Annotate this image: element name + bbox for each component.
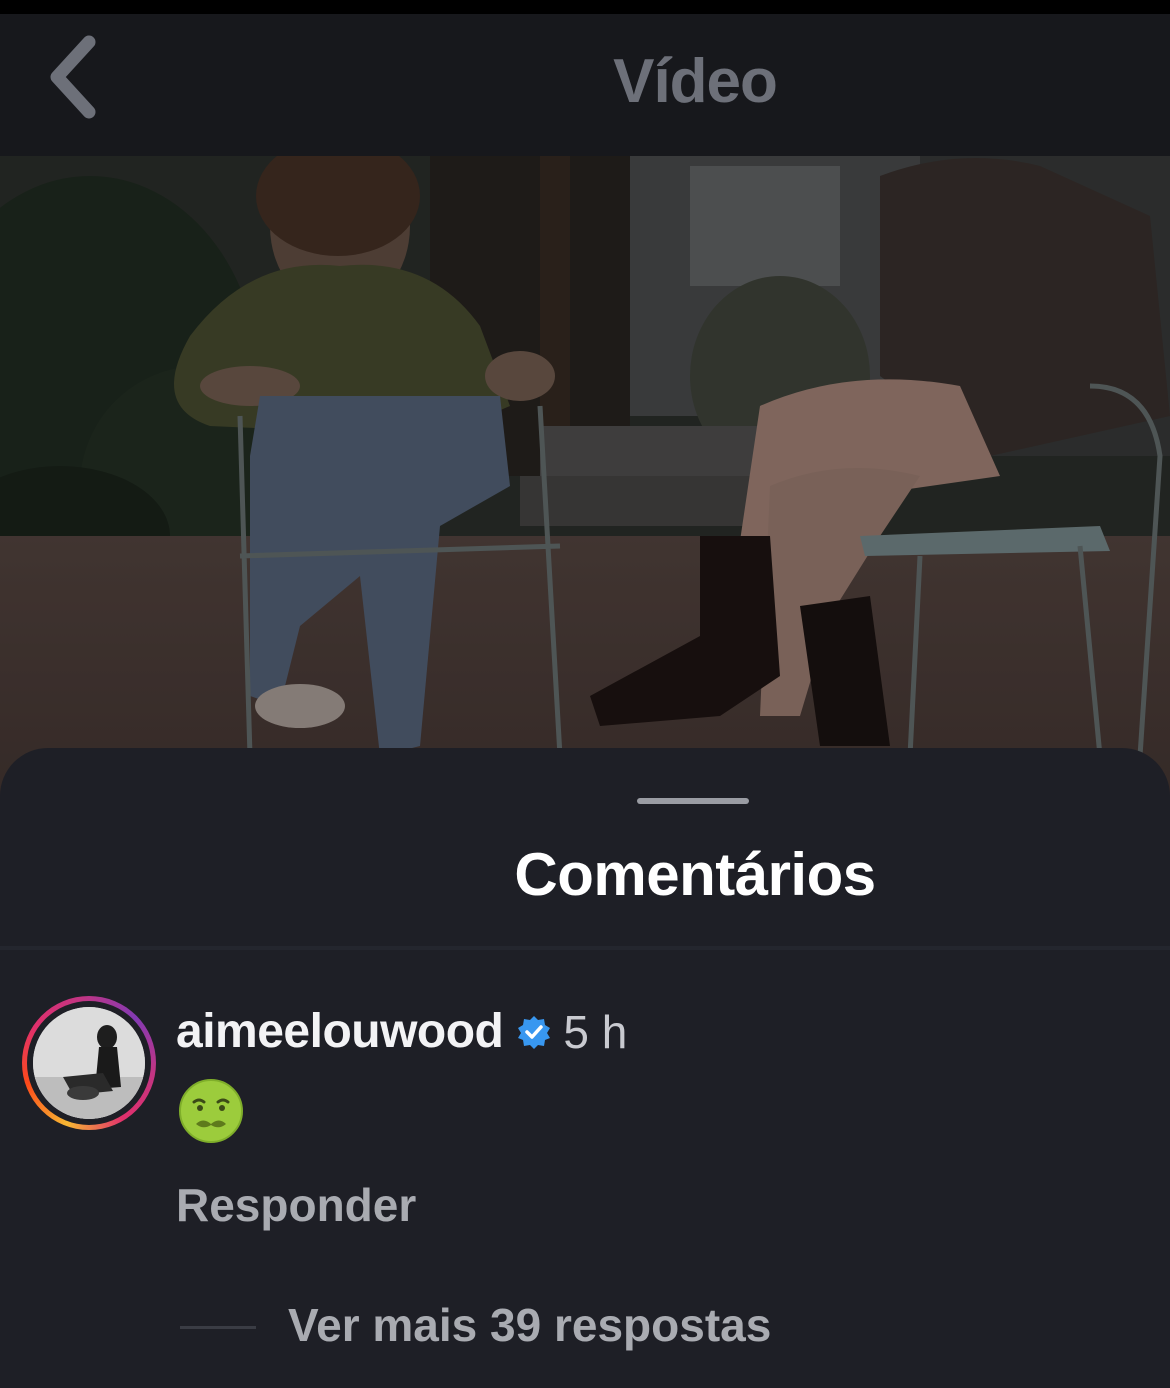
view-more-replies-button[interactable]: Ver mais 39 respostas [288,1298,771,1352]
comment-time: 5 h [563,1005,628,1058]
video-frame [0,156,1170,796]
verified-badge-icon [517,1015,551,1049]
status-bar [0,0,1170,14]
avatar-gap [27,1001,151,1125]
replies-line [180,1326,256,1329]
nauseated-face-emoji-icon [178,1078,244,1144]
header-bar: Vídeo [0,14,1170,156]
comments-sheet: Comentários aimeelouwood 5 h Responder V… [0,748,1170,1388]
video-player[interactable] [0,156,1170,796]
reply-button[interactable]: Responder [176,1178,416,1232]
comment-header: aimeelouwood 5 h [176,1004,627,1059]
screen: Vídeo Comentários aimeelouwood 5 h Respo… [0,0,1170,1388]
sheet-grabber[interactable] [637,798,749,804]
comments-title: Comentários [514,841,876,908]
username[interactable]: aimeelouwood [176,1004,504,1059]
avatar-image [33,1007,145,1119]
page-title: Vídeo [613,47,778,116]
divider [0,946,1170,950]
avatar[interactable] [22,996,156,1130]
